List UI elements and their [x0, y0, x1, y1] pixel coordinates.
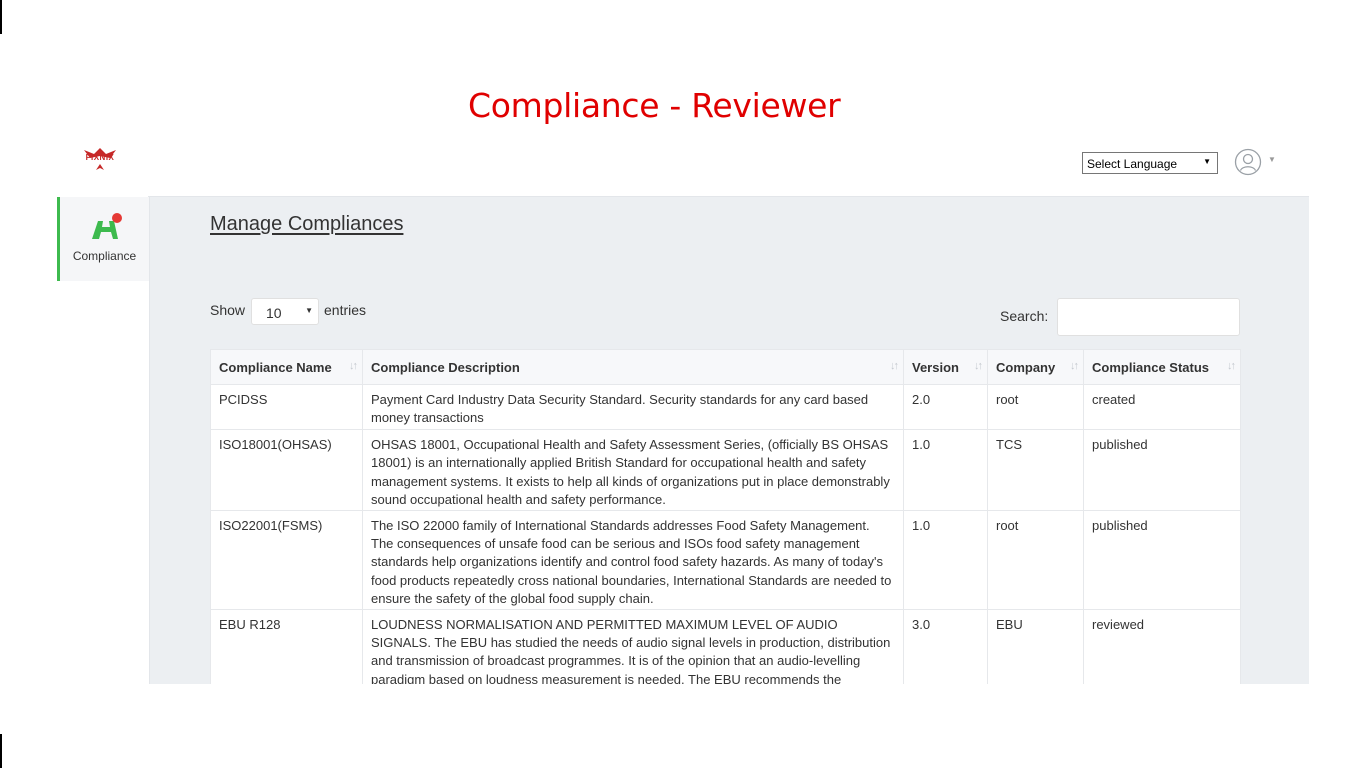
- slide-title: Compliance - Reviewer: [468, 86, 841, 125]
- entries-label: entries: [324, 302, 367, 318]
- sort-icon: ↓↑: [890, 360, 899, 372]
- sidebar: Compliance: [57, 197, 150, 684]
- sort-icon: ↓↑: [1227, 360, 1236, 372]
- show-label: Show: [210, 302, 246, 318]
- column-header-status[interactable]: Compliance Status ↓↑: [1083, 349, 1241, 385]
- page-size-value: 10: [266, 305, 282, 321]
- sort-icon: ↓↑: [349, 360, 358, 372]
- cell-status: created: [1083, 384, 1241, 430]
- column-header-label: Compliance Name: [219, 359, 332, 375]
- cell-description: The ISO 22000 family of International St…: [362, 509, 904, 610]
- page-size-select[interactable]: 10 ▼: [251, 298, 319, 325]
- cell-company: EBU: [987, 608, 1084, 684]
- table-row[interactable]: EBU R128 LOUDNESS NORMALISATION AND PERM…: [210, 608, 1241, 684]
- cell-company: root: [987, 509, 1084, 610]
- page-title: Manage Compliances: [210, 213, 404, 235]
- cell-name: ISO18001(OHSAS): [210, 429, 363, 511]
- sidebar-item-label: Compliance: [72, 249, 137, 263]
- logo-text: FIXNIX: [85, 153, 115, 162]
- edge-mark-top: [0, 0, 2, 34]
- cell-name: EBU R128: [210, 608, 363, 684]
- cell-name: ISO22001(FSMS): [210, 509, 363, 610]
- cell-version: 2.0: [903, 384, 988, 430]
- cell-status: published: [1083, 509, 1241, 610]
- cell-name: PCIDSS: [210, 384, 363, 430]
- cell-status: published: [1083, 429, 1241, 511]
- compliance-table: Compliance Name ↓↑ Compliance Description…: [210, 349, 1241, 684]
- cell-description: OHSAS 18001, Occupational Health and Saf…: [362, 429, 904, 511]
- search-label: Search:: [1000, 308, 1049, 324]
- table-header-row: Compliance Name ↓↑ Compliance Description…: [210, 349, 1241, 385]
- cell-version: 1.0: [903, 509, 988, 610]
- column-header-version[interactable]: Version ↓↑: [903, 349, 988, 385]
- compliance-icon: [92, 213, 122, 239]
- sort-icon: ↓↑: [974, 360, 983, 372]
- column-header-compliance-name[interactable]: Compliance Name ↓↑: [210, 349, 363, 385]
- column-header-label: Version: [912, 359, 959, 375]
- edge-mark-bottom: [0, 734, 2, 768]
- table-row[interactable]: ISO22001(FSMS) The ISO 22000 family of I…: [210, 509, 1241, 610]
- language-select[interactable]: Select Language ▼: [1082, 152, 1218, 174]
- cell-description: LOUDNESS NORMALISATION AND PERMITTED MAX…: [362, 608, 904, 684]
- table-row[interactable]: ISO18001(OHSAS) OHSAS 18001, Occupationa…: [210, 429, 1241, 511]
- table-row[interactable]: PCIDSS Payment Card Industry Data Securi…: [210, 384, 1241, 430]
- user-avatar-icon[interactable]: [1234, 148, 1262, 176]
- search-input[interactable]: [1057, 298, 1240, 336]
- cell-status: reviewed: [1083, 608, 1241, 684]
- cell-description: Payment Card Industry Data Security Stan…: [362, 384, 904, 430]
- dropdown-arrow-icon: ▼: [305, 306, 313, 315]
- column-header-description[interactable]: Compliance Description ↓↑: [362, 349, 904, 385]
- sort-icon: ↓↑: [1070, 360, 1079, 372]
- user-menu-caret-icon[interactable]: ▼: [1268, 155, 1276, 164]
- cell-company: root: [987, 384, 1084, 430]
- main-content: Manage Compliances Show 10 ▼ entries Sea…: [150, 197, 1309, 684]
- column-header-label: Compliance Description: [371, 359, 520, 375]
- language-select-value: Select Language: [1087, 157, 1178, 171]
- sidebar-item-compliance[interactable]: Compliance: [57, 197, 149, 281]
- dropdown-arrow-icon: ▼: [1203, 157, 1211, 166]
- cell-version: 1.0: [903, 429, 988, 511]
- column-header-label: Company: [996, 359, 1056, 375]
- column-header-company[interactable]: Company ↓↑: [987, 349, 1084, 385]
- cell-version: 3.0: [903, 608, 988, 684]
- fixnix-logo[interactable]: FIXNIX: [76, 146, 124, 174]
- cell-company: TCS: [987, 429, 1084, 511]
- column-header-label: Compliance Status: [1092, 359, 1210, 375]
